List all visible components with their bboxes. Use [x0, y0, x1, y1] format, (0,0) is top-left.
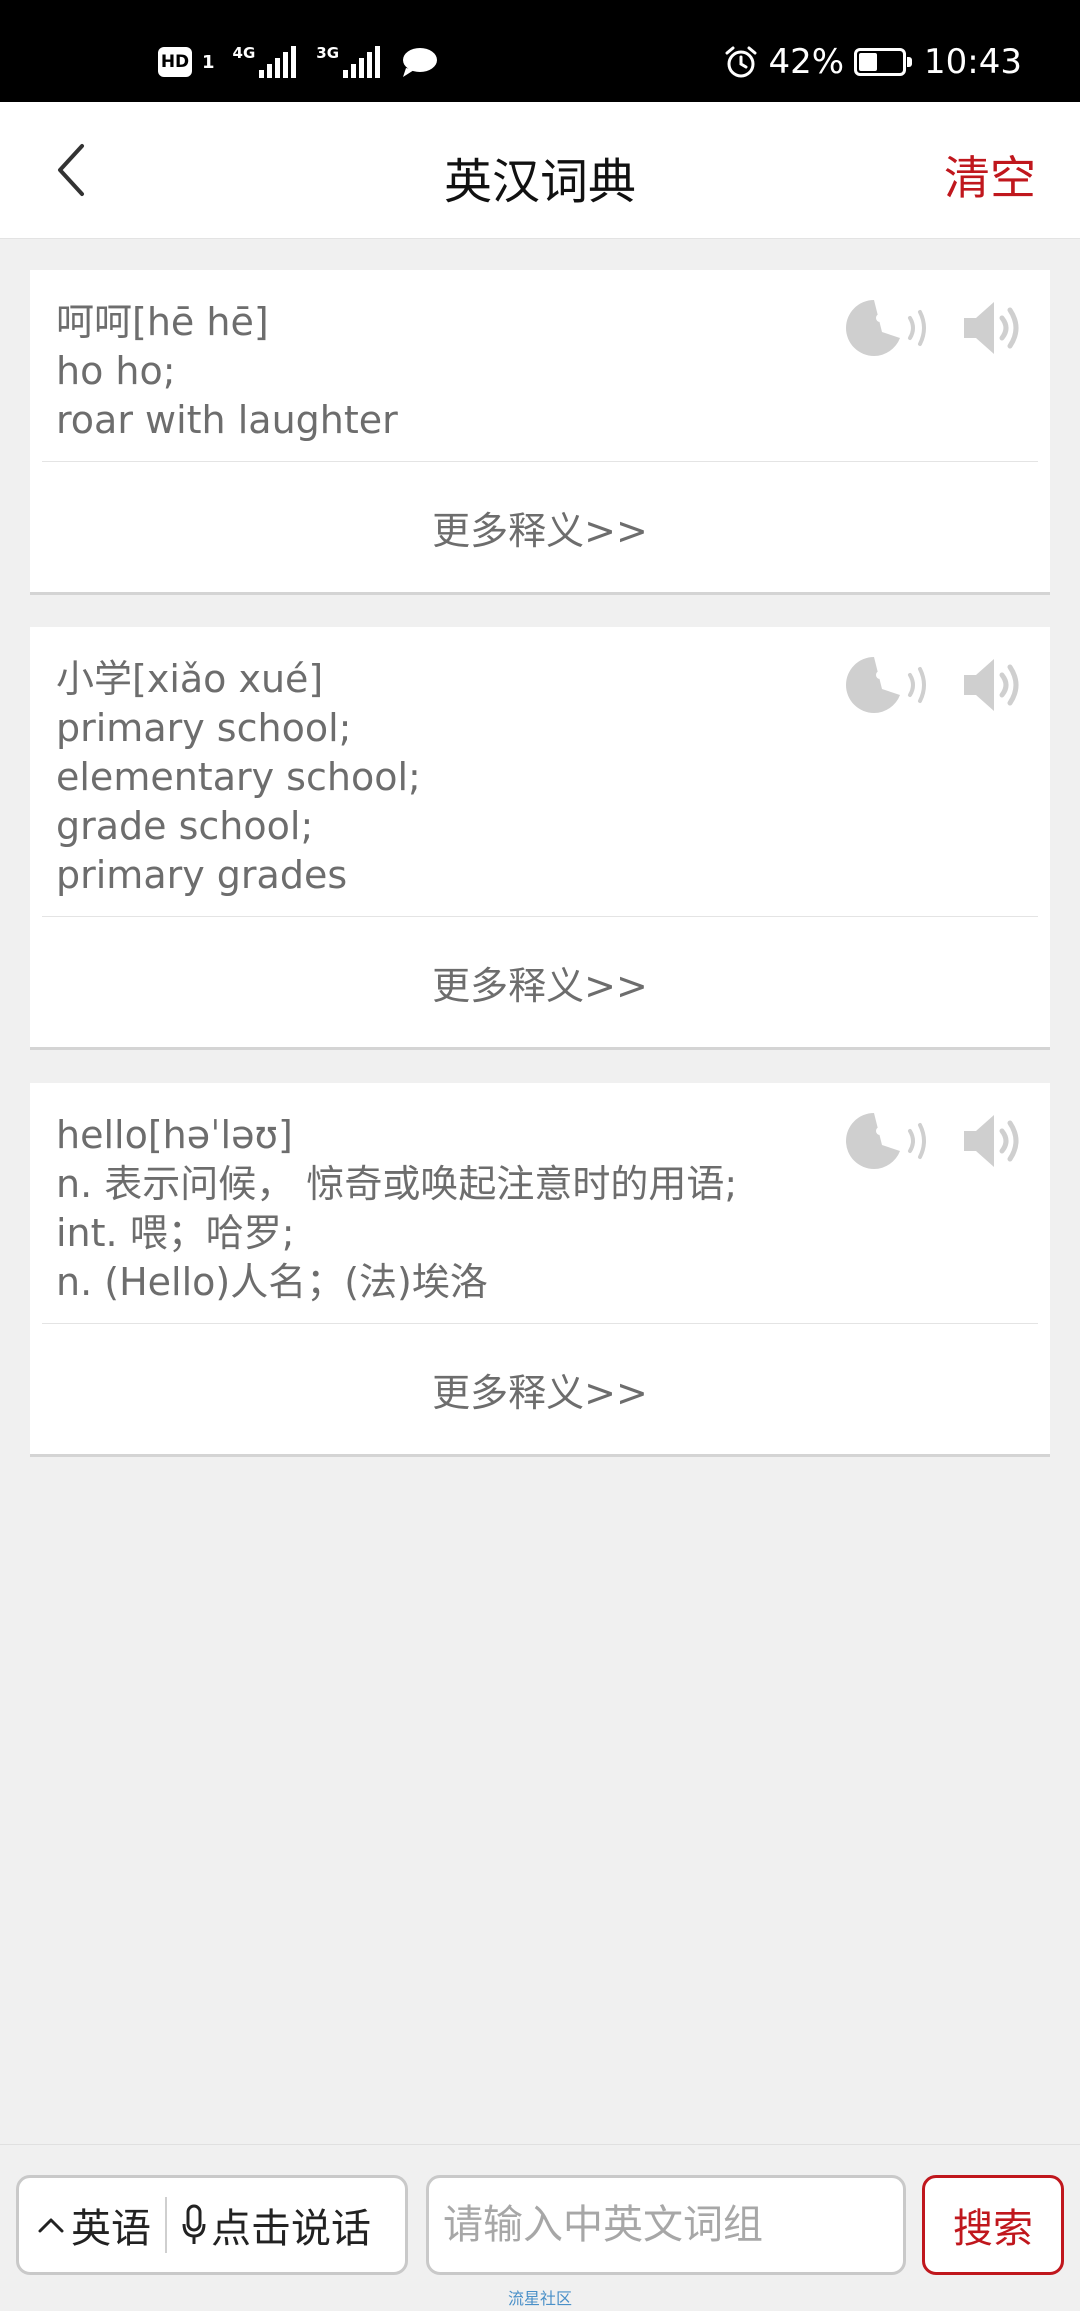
result-card: 小学[xiǎo xué] primary school; elementary …: [30, 627, 1050, 1050]
signal-3g: 3G: [316, 44, 381, 78]
signal-bars-icon: [259, 46, 297, 78]
face-speak-icon[interactable]: [842, 296, 932, 360]
clock-time: 10:43: [924, 42, 1022, 82]
card-audio-buttons: [842, 653, 1024, 717]
face-speak-icon[interactable]: [842, 653, 932, 717]
result-card: hello[həˈləʊ] n. 表示问候， 惊奇或唤起注意时的用语; int.…: [30, 1083, 1050, 1457]
language-voice-box: 英语 点击说话: [16, 2175, 408, 2275]
signal-4g: 4G: [233, 46, 297, 78]
search-input[interactable]: [426, 2175, 906, 2275]
battery-icon: [854, 48, 913, 76]
battery-level: [859, 53, 878, 71]
signal-bars-icon: [343, 46, 381, 78]
more-definitions-link[interactable]: 更多释义>>: [30, 462, 1050, 592]
battery-percent: 42%: [768, 42, 845, 82]
watermark-text: 流星社区: [507, 2289, 572, 2308]
card-audio-buttons: [842, 296, 1024, 360]
voice-label: 点击说话: [211, 2206, 371, 2252]
caret-up-icon: [38, 2218, 64, 2233]
status-left: HD 1 4G 3G: [158, 38, 438, 86]
language-label: 英语: [71, 2206, 151, 2252]
search-button[interactable]: 搜索: [922, 2175, 1064, 2275]
app-header: 英汉词典 清空: [0, 102, 1080, 239]
hd-sub-label: 1: [202, 51, 215, 73]
face-speak-icon[interactable]: [842, 1109, 932, 1173]
status-bar: HD 1 4G 3G 42% 10:43: [0, 0, 1080, 102]
speaker-icon[interactable]: [960, 1109, 1024, 1173]
card-definition: roar with laughter: [56, 398, 398, 442]
card-definition: n. (Hello)人名；(法)埃洛: [56, 1260, 488, 1304]
card-definition: elementary school;: [56, 755, 421, 799]
voice-input-button[interactable]: 点击说话: [167, 2196, 371, 2254]
page-title: 英汉词典: [443, 154, 636, 210]
network-4g-label: 4G: [232, 44, 256, 62]
card-definition: primary grades: [56, 853, 348, 897]
message-icon: [403, 48, 438, 77]
bottom-input-bar: 英语 点击说话 搜索 流星社区: [0, 2144, 1080, 2311]
microphone-icon: [182, 2204, 206, 2244]
card-definition: int. 喂；哈罗;: [56, 1211, 295, 1255]
speaker-icon[interactable]: [960, 296, 1024, 360]
alarm-icon: [725, 46, 757, 78]
language-toggle[interactable]: 英语: [19, 2196, 165, 2254]
more-definitions-link[interactable]: 更多释义>>: [30, 917, 1050, 1047]
result-card: 呵呵[hē hē] ho ho; roar with laughter 更多释义…: [30, 270, 1050, 595]
speaker-icon[interactable]: [960, 653, 1024, 717]
hd-badge: HD: [158, 47, 192, 77]
more-definitions-link[interactable]: 更多释义>>: [30, 1324, 1050, 1454]
clear-button[interactable]: 清空: [944, 142, 1036, 208]
status-right: 42% 10:43: [724, 40, 1022, 84]
network-3g-label: 3G: [316, 44, 340, 62]
card-audio-buttons: [842, 1109, 1024, 1173]
card-definition: grade school;: [56, 804, 314, 848]
